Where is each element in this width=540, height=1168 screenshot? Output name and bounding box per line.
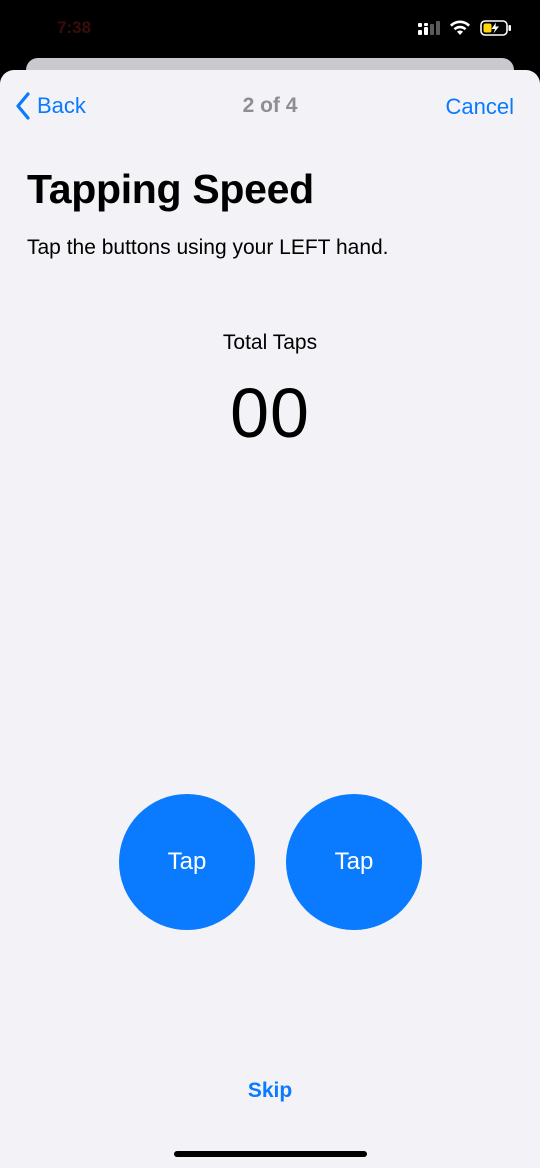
right-tap-button[interactable]: Tap (286, 794, 422, 930)
cancel-button[interactable]: Cancel (446, 94, 514, 120)
home-indicator (174, 1151, 367, 1157)
wifi-icon (450, 20, 470, 35)
signal-icon (418, 21, 440, 35)
battery-charging-icon (480, 20, 511, 36)
status-icons (418, 20, 512, 36)
total-taps-label: Total Taps (222, 331, 318, 354)
status-bar: 7:38 (0, 0, 540, 60)
page-title: Tapping Speed (27, 166, 314, 212)
instructions-text: Tap the buttons using your LEFT hand. (27, 236, 389, 259)
total-taps-count: 00 (230, 374, 310, 452)
status-time: 7:38 (57, 18, 92, 37)
task-sheet: Back 2 of 4 Cancel Tapping Speed Tap the… (0, 70, 540, 1168)
left-tap-button[interactable]: Tap (119, 794, 255, 930)
skip-button[interactable]: Skip (0, 1079, 540, 1103)
